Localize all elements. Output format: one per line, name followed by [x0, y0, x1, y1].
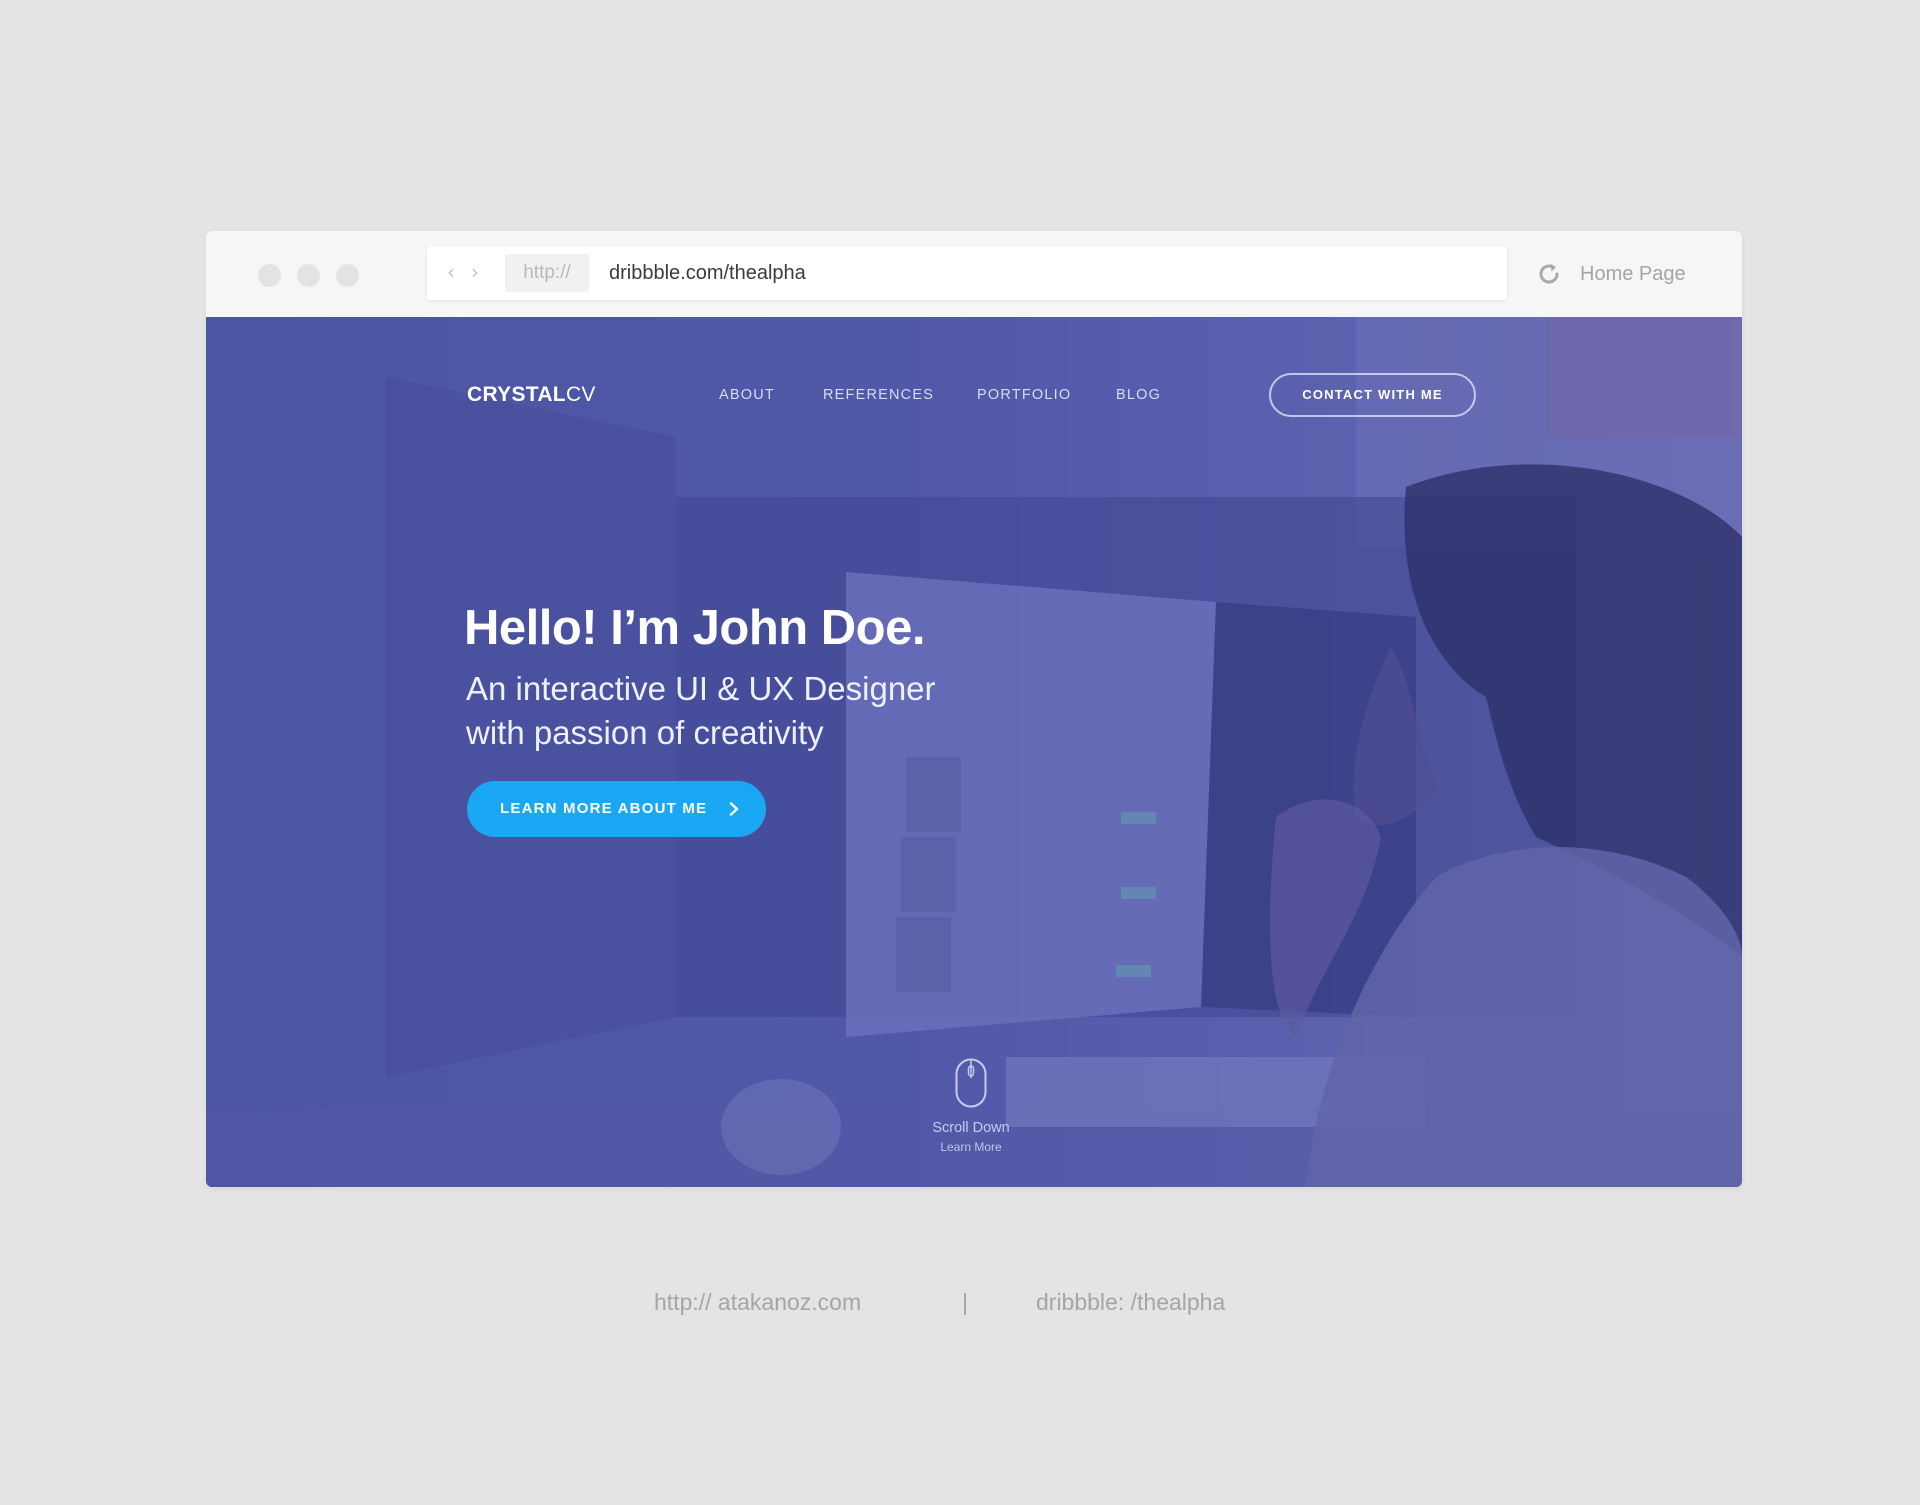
hero-subtitle: An interactive UI & UX Designer with pas… — [466, 667, 1026, 755]
logo-bold: CRYSTAL — [467, 383, 566, 406]
url-protocol: http:// — [505, 254, 589, 292]
forward-arrow-icon[interactable]: › — [471, 260, 485, 284]
hero-section: CRYSTALCV ABOUT REFERENCES PORTFOLIO BLO… — [206, 317, 1742, 1187]
footer-website[interactable]: http:// atakanoz.com — [654, 1289, 861, 1316]
nav-references[interactable]: REFERENCES — [823, 387, 934, 403]
scroll-down-label[interactable]: Scroll Down — [896, 1120, 1046, 1136]
footer-separator: | — [962, 1289, 968, 1315]
hero-subtitle-line1: An interactive UI & UX Designer — [466, 670, 936, 707]
window-minimize-dot[interactable] — [297, 264, 320, 287]
nav-blog[interactable]: BLOG — [1116, 387, 1161, 403]
learn-more-sub-label[interactable]: Learn More — [896, 1140, 1046, 1154]
learn-more-button[interactable]: LEARN MORE ABOUT ME — [467, 781, 766, 837]
window-maximize-dot[interactable] — [336, 264, 359, 287]
browser-toolbar: ‹ › http:// dribbble.com/thealpha Home P… — [206, 231, 1742, 317]
reload-icon[interactable] — [1534, 259, 1564, 289]
learn-more-label: LEARN MORE ABOUT ME — [500, 800, 708, 817]
mouse-scroll-icon[interactable] — [955, 1058, 987, 1108]
site-logo[interactable]: CRYSTALCV — [467, 383, 596, 407]
contact-button[interactable]: CONTACT WITH ME — [1269, 373, 1476, 417]
home-page-link[interactable]: Home Page — [1580, 231, 1686, 317]
chevron-right-icon — [729, 802, 739, 816]
nav-about[interactable]: ABOUT — [719, 387, 775, 403]
logo-light: CV — [565, 383, 596, 406]
window-close-dot[interactable] — [258, 264, 281, 287]
back-arrow-icon[interactable]: ‹ — [447, 260, 461, 284]
footer-dribbble[interactable]: dribbble: /thealpha — [1036, 1289, 1225, 1316]
hero-subtitle-line2: with passion of creativity — [466, 714, 824, 751]
nav-portfolio[interactable]: PORTFOLIO — [977, 387, 1071, 403]
hero-title: Hello! I’m John Doe. — [464, 601, 925, 655]
url-text[interactable]: dribbble.com/thealpha — [609, 246, 806, 300]
browser-window: ‹ › http:// dribbble.com/thealpha Home P… — [206, 231, 1742, 1187]
address-bar[interactable]: ‹ › http:// dribbble.com/thealpha — [427, 246, 1507, 300]
